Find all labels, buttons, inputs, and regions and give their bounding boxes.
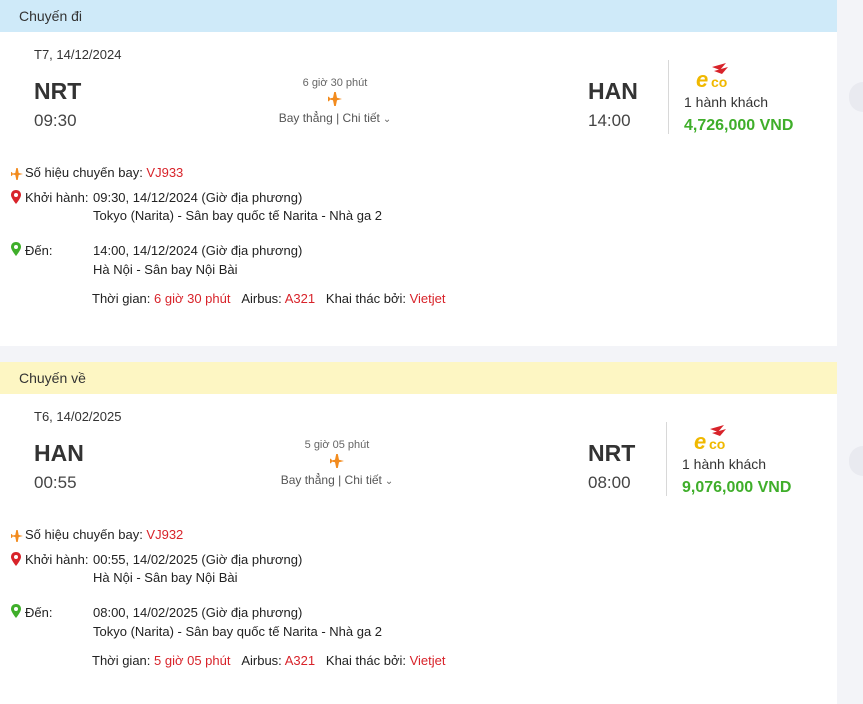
outbound-aircraft: A321 <box>284 291 316 306</box>
svg-text:co: co <box>709 436 725 452</box>
scroll-handle[interactable] <box>849 446 863 476</box>
return-depart-time: 00:55, 14/02/2025 (Giờ địa phương) <box>93 552 303 567</box>
return-flight-meta: Thời gian: 5 giờ 05 phút Airbus: A321 Kh… <box>92 653 446 668</box>
return-arrive-time: 08:00, 14/02/2025 (Giờ địa phương) <box>93 605 303 620</box>
divider <box>668 60 669 134</box>
arrival-pin-icon <box>11 242 21 261</box>
outbound-duration: 6 giờ 30 phút <box>302 77 368 89</box>
outbound-depart-place: Tokyo (Narita) - Sân bay quốc tế Narita … <box>93 208 383 223</box>
return-route-details-link[interactable]: Bay thẳng | Chi tiết ⌄ <box>267 473 407 487</box>
chevron-down-icon: ⌄ <box>382 114 392 125</box>
eco-fare-logo: e co <box>696 63 742 96</box>
aircraft-label: Airbus: <box>241 653 285 668</box>
flight-number-label: Số hiệu chuyến bay: <box>25 527 147 542</box>
airplane-icon <box>10 529 24 547</box>
outbound-arrive-label: Đến: <box>25 243 53 258</box>
outbound-depart-time: 09:30, 14/12/2024 (Giờ địa phương) <box>93 190 303 205</box>
return-price: 9,076,000 VND <box>682 479 792 496</box>
return-depart-place: Hà Nội - Sân bay Nội Bài <box>93 570 238 585</box>
outbound-flight-number-row: Số hiệu chuyến bay: VJ933 <box>25 165 183 180</box>
outbound-duration-value: 6 giờ 30 phút <box>154 291 231 306</box>
outbound-arrive-place: Hà Nội - Sân bay Nội Bài <box>93 262 238 277</box>
return-origin-code: HAN <box>34 440 84 466</box>
operator-label: Khai thác bởi: <box>325 291 410 306</box>
outbound-passenger-count: 1 hành khách <box>684 94 769 110</box>
outbound-origin-code: NRT <box>34 78 82 104</box>
return-duration-value: 5 giờ 05 phút <box>154 653 231 668</box>
return-route-type: Bay thẳng | Chi tiết <box>280 473 382 487</box>
outbound-operator: Vietjet <box>409 291 446 306</box>
outbound-price: 4,726,000 VND <box>684 117 794 134</box>
eco-fare-logo: e co <box>694 425 740 458</box>
return-arrive-label: Đến: <box>25 605 53 620</box>
chevron-down-icon: ⌄ <box>384 476 394 487</box>
outbound-flight-number: VJ933 <box>146 165 184 180</box>
return-flight-number: VJ932 <box>146 527 184 542</box>
departure-pin-icon <box>11 190 21 209</box>
return-passenger-count: 1 hành khách <box>682 456 767 472</box>
outbound-arrive-time: 14:00, 14/12/2024 (Giờ địa phương) <box>93 243 303 258</box>
return-flight-number-row: Số hiệu chuyến bay: VJ932 <box>25 527 183 542</box>
scroll-handle[interactable] <box>849 82 863 112</box>
return-operator: Vietjet <box>409 653 446 668</box>
divider <box>666 422 667 496</box>
outbound-arrival-time: 14:00 <box>588 111 631 130</box>
outbound-route-type: Bay thẳng | Chi tiết <box>278 111 380 125</box>
flight-number-label: Số hiệu chuyến bay: <box>25 165 147 180</box>
return-destination-code: NRT <box>588 440 636 466</box>
arrival-pin-icon <box>11 604 21 623</box>
svg-text:e: e <box>694 429 706 453</box>
airplane-icon <box>10 167 24 185</box>
duration-label: Thời gian: <box>92 653 154 668</box>
return-flight-card: Chuyến về T6, 14/02/2025 HAN 00:55 5 giờ… <box>0 362 837 704</box>
outbound-destination-code: HAN <box>588 78 638 104</box>
svg-text:e: e <box>696 67 708 91</box>
return-arrive-place: Tokyo (Narita) - Sân bay quốc tế Narita … <box>93 624 383 639</box>
operator-label: Khai thác bởi: <box>325 653 410 668</box>
return-section-header: Chuyến về <box>0 362 837 394</box>
return-date: T6, 14/02/2025 <box>34 409 122 424</box>
outbound-flight-card: Chuyến đi T7, 14/12/2024 NRT 09:30 6 giờ… <box>0 0 837 346</box>
outbound-date: T7, 14/12/2024 <box>34 47 122 62</box>
outbound-route-details-link[interactable]: Bay thẳng | Chi tiết ⌄ <box>265 111 405 125</box>
return-depart-label: Khởi hành: <box>25 552 89 567</box>
return-departure-time: 00:55 <box>34 473 77 492</box>
airplane-icon <box>277 454 397 473</box>
outbound-flight-meta: Thời gian: 6 giờ 30 phút Airbus: A321 Kh… <box>92 291 446 306</box>
outbound-depart-label: Khởi hành: <box>25 190 89 205</box>
airplane-icon <box>275 92 395 111</box>
departure-pin-icon <box>11 552 21 571</box>
outbound-departure-time: 09:30 <box>34 111 77 130</box>
return-arrival-time: 08:00 <box>588 473 631 492</box>
return-duration: 5 giờ 05 phút <box>304 439 370 451</box>
return-aircraft: A321 <box>284 653 316 668</box>
outbound-section-header: Chuyến đi <box>0 0 837 32</box>
aircraft-label: Airbus: <box>241 291 285 306</box>
svg-text:co: co <box>711 74 727 90</box>
duration-label: Thời gian: <box>92 291 154 306</box>
